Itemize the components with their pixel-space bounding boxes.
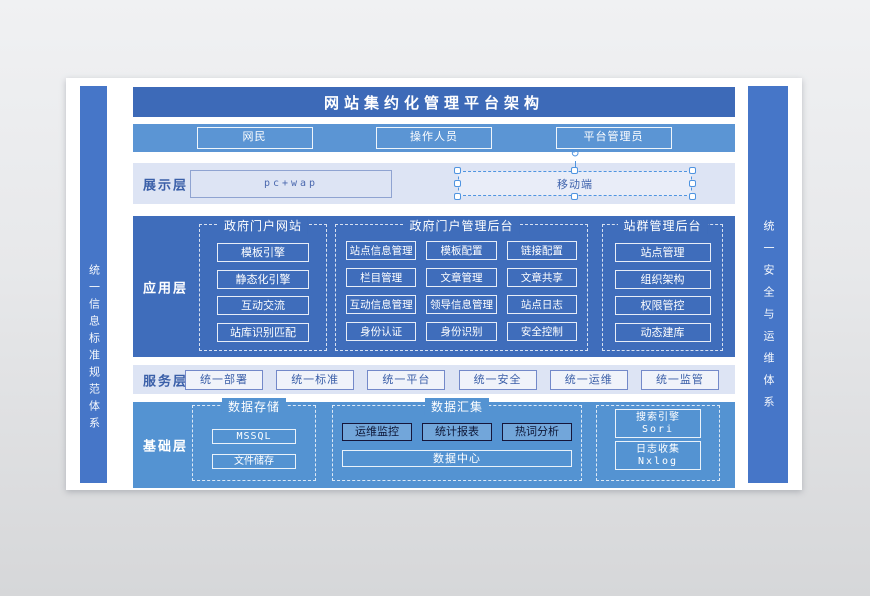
module-box[interactable]: 文章共享 [507,268,577,287]
actor-box-citizen[interactable]: 网民 [197,127,313,149]
service-box[interactable]: 统一平台 [367,370,445,390]
module-box[interactable]: 互动交流 [217,296,309,315]
resize-handle-middle-right[interactable] [689,180,696,187]
resize-handle-top-middle[interactable] [571,167,578,174]
service-box[interactable]: 统一安全 [459,370,537,390]
module-box-mssql[interactable]: MSSQL [212,429,296,444]
application-layer-label: 应用层 [143,277,188,296]
tool-label: 日志收集 [616,443,700,456]
module-box[interactable]: 领导信息管理 [426,295,496,314]
application-layer-band: 应用层 政府门户网站 模板引擎 静态化引擎 互动交流 站库识别匹配 政府门户管理… [133,216,735,357]
service-layer-label: 服务层 [143,370,188,389]
service-box[interactable]: 统一标准 [276,370,354,390]
module-box[interactable]: 站点日志 [507,295,577,314]
module-box-ops-monitor[interactable]: 运维监控 [342,423,412,441]
group-site-cluster-admin: 站群管理后台 站点管理 组织架构 权限管控 动态建库 [602,224,723,351]
actor-box-operator[interactable]: 操作人员 [376,127,492,149]
module-box[interactable]: 栏目管理 [346,268,416,287]
group-gov-portal-admin: 政府门户管理后台 站点信息管理 模板配置 链接配置 栏目管理 文章管理 文章共享… [335,224,588,351]
group-items: 站点管理 组织架构 权限管控 动态建库 [603,225,722,350]
module-box[interactable]: 模板引擎 [217,243,309,262]
module-box[interactable]: 组织架构 [615,270,711,289]
group-title: 站群管理后台 [617,217,707,234]
resize-handle-bottom-right[interactable] [689,193,696,200]
group-items: 模板引擎 静态化引擎 互动交流 站库识别匹配 [200,225,326,350]
module-box[interactable]: 模板配置 [426,241,496,260]
module-box[interactable]: 互动信息管理 [346,295,416,314]
service-layer-band: 服务层 统一部署 统一标准 统一平台 统一安全 统一运维 统一监管 [133,365,735,394]
diagram-content: 网站集约化管理平台架构 网民 操作人员 平台管理员 展示层 pc+wap 移动端… [133,78,735,490]
mobile-box-selection[interactable]: 移动端 ↻ [458,171,692,196]
pc-wap-box[interactable]: pc+wap [190,170,392,198]
module-box[interactable]: 权限管控 [615,296,711,315]
service-items: 统一部署 统一标准 统一平台 统一安全 统一运维 统一监管 [185,365,719,394]
module-box[interactable]: 链接配置 [507,241,577,260]
resize-handle-top-right[interactable] [689,167,696,174]
module-box[interactable]: 安全控制 [507,322,577,341]
resize-handle-top-left[interactable] [454,167,461,174]
module-box-data-center[interactable]: 数据中心 [342,450,572,467]
group-items: 站点信息管理 模板配置 链接配置 栏目管理 文章管理 文章共享 互动信息管理 领… [336,225,587,350]
tool-sublabel: Sori [616,424,700,436]
group-items: MSSQL 文件储存 [193,406,315,480]
display-layer-label: 展示层 [143,174,188,193]
actor-box-platform-admin[interactable]: 平台管理员 [556,127,672,149]
service-box[interactable]: 统一监管 [641,370,719,390]
resize-handle-middle-left[interactable] [454,180,461,187]
module-box[interactable]: 站点信息管理 [346,241,416,260]
module-box-file-storage[interactable]: 文件储存 [212,454,296,469]
module-box[interactable]: 静态化引擎 [217,270,309,289]
foundation-layer-band: 基础层 数据存储 MSSQL 文件储存 数据汇集 运维监控 统计报表 热词分析 [133,402,735,488]
group-title: 政府门户管理后台 [403,217,519,234]
module-box-search-engine[interactable]: 搜索引擎 Sori [615,409,701,438]
actors-band: 网民 操作人员 平台管理员 [133,124,735,152]
group-title: 数据汇集 [425,398,489,415]
foundation-layer-label: 基础层 [143,436,188,455]
left-rail-label: 统一信息标准规范体系 [86,264,102,434]
module-box-hotword-analysis[interactable]: 热词分析 [502,423,572,441]
slide-panel: 统一信息标准规范体系 统一安全与运维体系 网站集约化管理平台架构 网民 操作人员… [66,78,802,490]
left-rail[interactable]: 统一信息标准规范体系 [80,86,107,483]
module-box[interactable]: 身份认证 [346,322,416,341]
group-title: 数据存储 [222,398,286,415]
group-data-storage: 数据存储 MSSQL 文件储存 [192,405,316,481]
title-bar[interactable]: 网站集约化管理平台架构 [133,87,735,117]
tool-label: 搜索引擎 [616,411,700,424]
rotate-handle-icon[interactable]: ↻ [570,149,579,160]
module-box[interactable]: 文章管理 [426,268,496,287]
module-box[interactable]: 动态建库 [615,323,711,342]
group-search-and-log: 搜索引擎 Sori 日志收集 Nxlog [596,405,720,481]
group-title: 政府门户网站 [218,217,308,234]
module-box-stats-report[interactable]: 统计报表 [422,423,492,441]
group-data-aggregation: 数据汇集 运维监控 统计报表 热词分析 数据中心 [332,405,582,481]
resize-handle-bottom-left[interactable] [454,193,461,200]
page-background: 统一信息标准规范体系 统一安全与运维体系 网站集约化管理平台架构 网民 操作人员… [0,0,870,596]
right-rail-label: 统一安全与运维体系 [760,220,776,418]
resize-handle-bottom-middle[interactable] [571,193,578,200]
module-box-log-collect[interactable]: 日志收集 Nxlog [615,441,701,470]
module-box[interactable]: 站点管理 [615,243,711,262]
module-box[interactable]: 站库识别匹配 [217,323,309,342]
module-box[interactable]: 身份识别 [426,322,496,341]
group-gov-portal-site: 政府门户网站 模板引擎 静态化引擎 互动交流 站库识别匹配 [199,224,327,351]
service-box[interactable]: 统一部署 [185,370,263,390]
service-box[interactable]: 统一运维 [550,370,628,390]
right-rail[interactable]: 统一安全与运维体系 [748,86,788,483]
tool-sublabel: Nxlog [616,456,700,468]
display-layer-band: 展示层 pc+wap 移动端 ↻ [133,163,735,204]
diagram-title: 网站集约化管理平台架构 [324,92,544,113]
